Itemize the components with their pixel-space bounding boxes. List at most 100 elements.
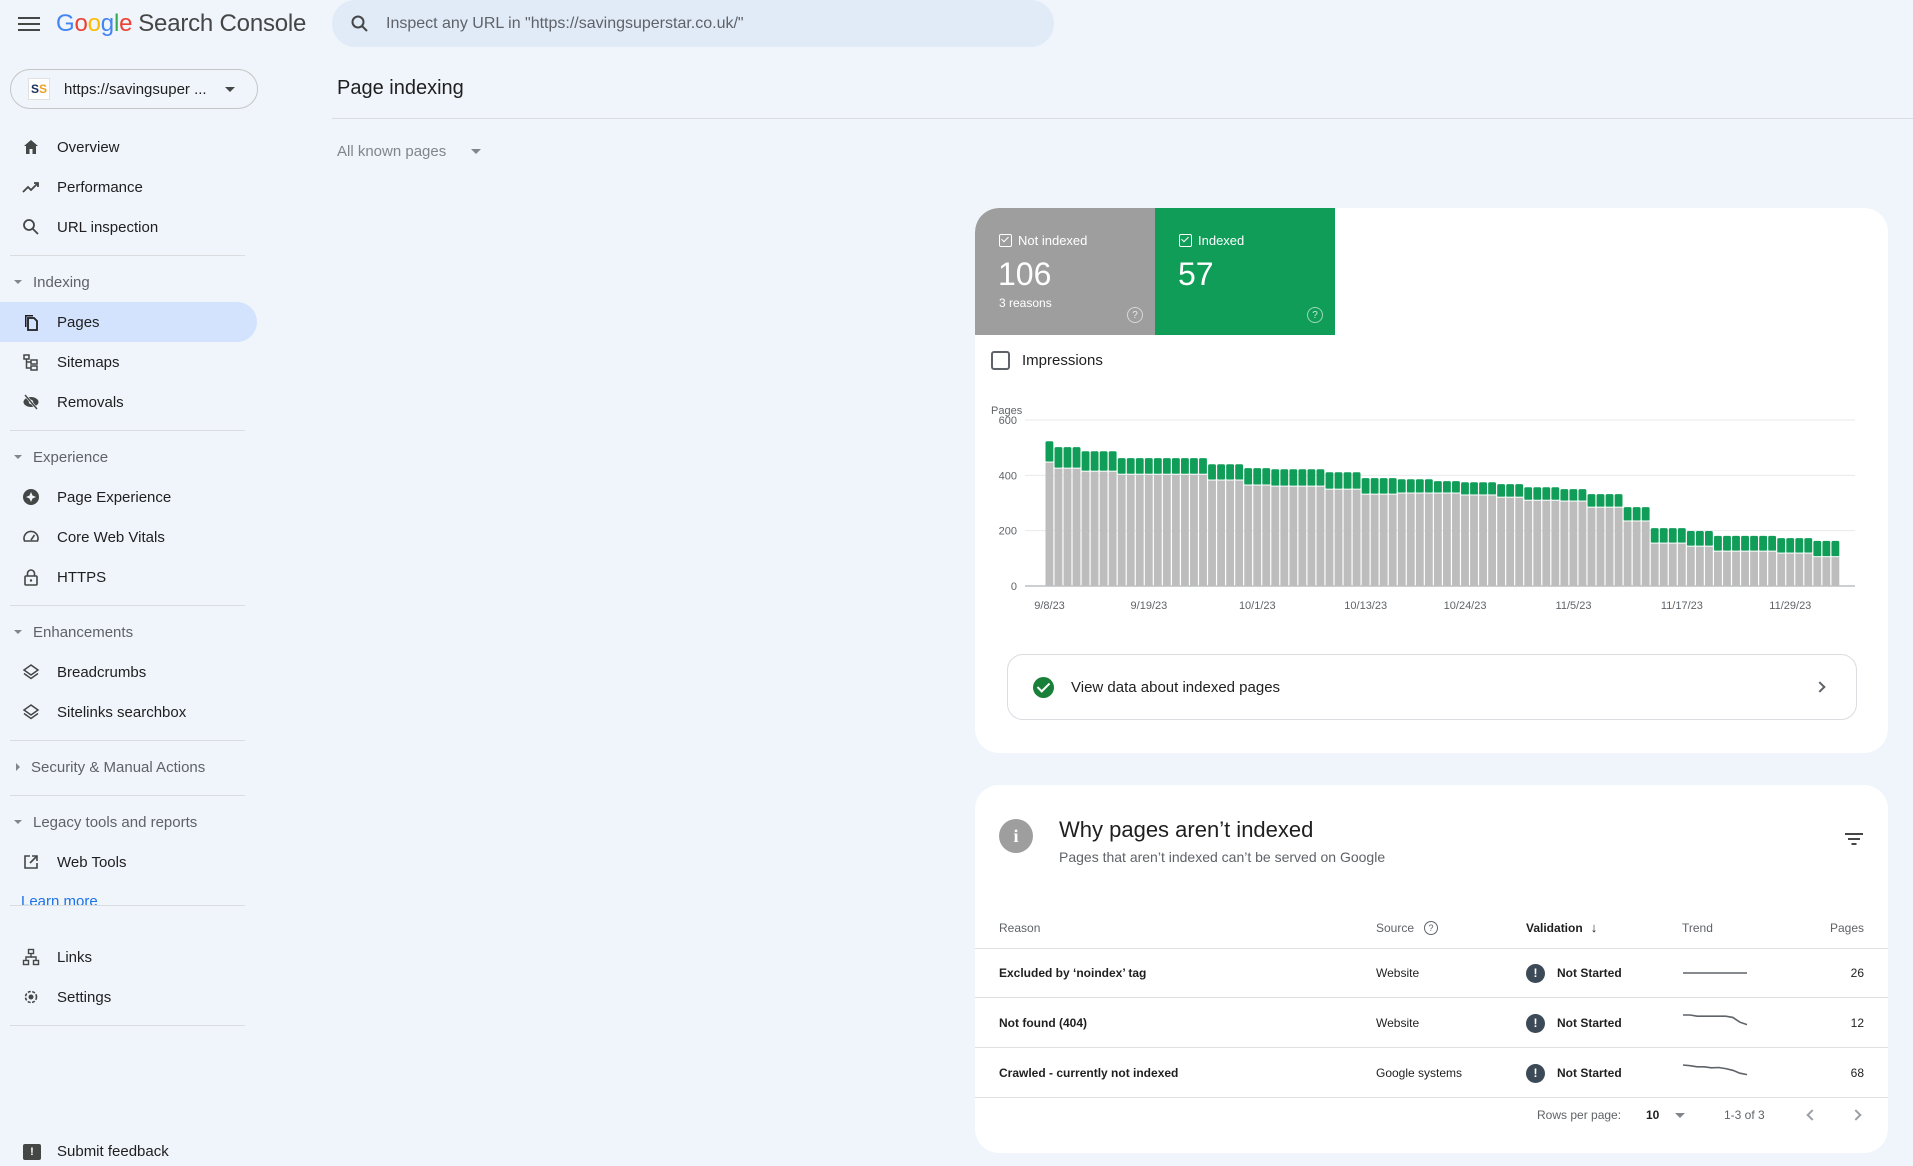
- bar-not-indexed: [1253, 485, 1262, 586]
- bar-indexed: [1686, 530, 1695, 547]
- bar-indexed: [1533, 487, 1542, 501]
- column-header-trend: Trend: [1682, 920, 1713, 935]
- sidebar-item-web-tools[interactable]: Web Tools: [0, 842, 257, 882]
- bar-not-indexed: [1271, 486, 1280, 586]
- table-row[interactable]: Not found (404) Website ! Not Started 12: [975, 999, 1888, 1048]
- bar-indexed: [1235, 464, 1244, 481]
- url-inspection-input[interactable]: [386, 14, 1026, 33]
- sidebar-item-https[interactable]: HTTPS: [0, 557, 257, 597]
- row-reason: Excluded by ‘noindex’ tag: [999, 966, 1147, 980]
- sidebar-section-label: Enhancements: [33, 623, 134, 641]
- previous-page-button[interactable]: [1806, 1095, 1818, 1135]
- not-indexed-tile[interactable]: Not indexed 106 3 reasons ?: [975, 208, 1155, 335]
- impressions-label: Impressions: [1022, 352, 1103, 369]
- chevron-left-icon: [1806, 1109, 1818, 1121]
- y-tick-label: 0: [1011, 581, 1017, 593]
- not-indexed-count: 106: [998, 256, 1052, 292]
- sidebar-item-links[interactable]: Links: [0, 937, 257, 977]
- checkbox-checked-icon: [1179, 234, 1192, 247]
- bar-indexed: [1632, 507, 1641, 521]
- property-selector[interactable]: SS https://savingsuper ...: [10, 69, 258, 109]
- bar-not-indexed: [1452, 493, 1460, 586]
- bar-not-indexed: [1723, 551, 1731, 586]
- bar-not-indexed: [1777, 553, 1786, 586]
- sidebar-item-pages[interactable]: Pages: [0, 302, 257, 342]
- sidebar-item-core-web-vitals[interactable]: Core Web Vitals: [0, 517, 257, 557]
- table-row[interactable]: Excluded by ‘noindex’ tag Website ! Not S…: [975, 949, 1888, 998]
- bar-indexed: [1217, 464, 1225, 481]
- checkbox-unchecked-icon: [991, 351, 1010, 370]
- help-icon[interactable]: ?: [1307, 307, 1323, 323]
- learn-more-link[interactable]: Learn more: [21, 893, 98, 910]
- sidebar-item-breadcrumbs[interactable]: Breadcrumbs: [0, 652, 257, 692]
- help-icon[interactable]: ?: [1424, 920, 1439, 935]
- why-not-indexed-card: i Why pages aren’t indexed Pages that ar…: [975, 785, 1888, 1153]
- bar-indexed: [1433, 481, 1442, 494]
- sidebar-divider: [10, 795, 245, 796]
- hamburger-menu-icon[interactable]: [18, 14, 40, 32]
- bar-not-indexed: [1388, 494, 1397, 586]
- sidebar-divider: [10, 255, 245, 256]
- pages-filter-dropdown[interactable]: All known pages: [337, 143, 482, 160]
- property-url: https://savingsuper ...: [64, 80, 207, 98]
- next-page-button[interactable]: [1850, 1095, 1862, 1135]
- bar-indexed: [1244, 468, 1253, 486]
- sidebar-item-overview[interactable]: Overview: [0, 127, 257, 167]
- column-header-pages[interactable]: Pages: [1830, 907, 1864, 948]
- sidebar-section-legacy-tools[interactable]: Legacy tools and reports: [0, 807, 250, 837]
- sidebar-section-security[interactable]: Security & Manual Actions: [0, 752, 250, 782]
- url-inspection-search-bar[interactable]: [332, 0, 1054, 47]
- column-header-source[interactable]: Source?: [1376, 907, 1439, 948]
- bar-indexed: [1090, 451, 1099, 472]
- sidebar-item-sitemaps[interactable]: Sitemaps: [0, 342, 257, 382]
- sidebar-item-label: Overview: [57, 138, 120, 156]
- bar-indexed: [1515, 484, 1524, 498]
- bar-not-indexed: [1479, 494, 1487, 586]
- column-header-validation[interactable]: Validation ↓: [1526, 907, 1597, 948]
- filter-icon[interactable]: [1844, 833, 1864, 847]
- bar-indexed: [1659, 528, 1668, 544]
- x-tick-label: 11/29/23: [1769, 600, 1811, 612]
- sidebar-item-removals[interactable]: Removals: [0, 382, 257, 422]
- row-source: Website: [1376, 966, 1420, 980]
- sidebar-item-page-experience[interactable]: Page Experience: [0, 477, 257, 517]
- bar-indexed: [1741, 535, 1749, 552]
- impressions-checkbox[interactable]: Impressions: [991, 351, 1103, 370]
- sidebar-section-experience[interactable]: Experience: [0, 442, 250, 472]
- rows-per-page-select[interactable]: 10: [1646, 1095, 1686, 1135]
- view-indexed-pages-button[interactable]: View data about indexed pages: [1007, 654, 1857, 720]
- bar-not-indexed: [1190, 474, 1198, 586]
- bar-not-indexed: [1650, 543, 1659, 586]
- column-header-reason[interactable]: Reason: [999, 907, 1040, 948]
- submit-feedback-button[interactable]: ! Submit feedback: [0, 1143, 169, 1160]
- bar-indexed: [1488, 482, 1497, 495]
- sidebar-item-url-inspection[interactable]: URL inspection: [0, 207, 257, 247]
- bar-not-indexed: [1515, 497, 1524, 586]
- logo-letter: e: [119, 10, 133, 37]
- sidebar-section-enhancements[interactable]: Enhancements: [0, 617, 250, 647]
- sidebar-item-performance[interactable]: Performance: [0, 167, 257, 207]
- row-reason: Not found (404): [999, 1016, 1087, 1030]
- help-icon[interactable]: ?: [1127, 307, 1143, 323]
- indexed-tile[interactable]: Indexed 57 ?: [1155, 208, 1335, 335]
- bar-indexed: [1343, 472, 1352, 490]
- bar-not-indexed: [1117, 474, 1126, 586]
- sidebar-divider: [10, 1025, 245, 1026]
- bar-indexed: [1424, 479, 1433, 494]
- bar-not-indexed: [1524, 500, 1533, 586]
- bar-indexed: [1226, 464, 1235, 481]
- sidebar-section-indexing[interactable]: Indexing: [0, 267, 250, 297]
- x-tick-label: 11/5/23: [1556, 600, 1592, 612]
- search-icon: [21, 217, 41, 237]
- bar-indexed: [1831, 540, 1840, 557]
- sidebar-item-settings[interactable]: Settings: [0, 977, 257, 1017]
- bar-not-indexed: [1551, 500, 1560, 586]
- bar-indexed: [1045, 441, 1054, 463]
- bar-not-indexed: [1750, 551, 1758, 586]
- x-tick-label: 10/1/23: [1239, 600, 1276, 612]
- sidebar-item-sitelinks-searchbox[interactable]: Sitelinks searchbox: [0, 692, 257, 732]
- table-row[interactable]: Crawled - currently not indexed Google s…: [975, 1049, 1888, 1098]
- bar-not-indexed: [1605, 507, 1614, 586]
- google-search-console-logo[interactable]: Google Search Console: [56, 10, 306, 38]
- bar-indexed: [1759, 535, 1768, 552]
